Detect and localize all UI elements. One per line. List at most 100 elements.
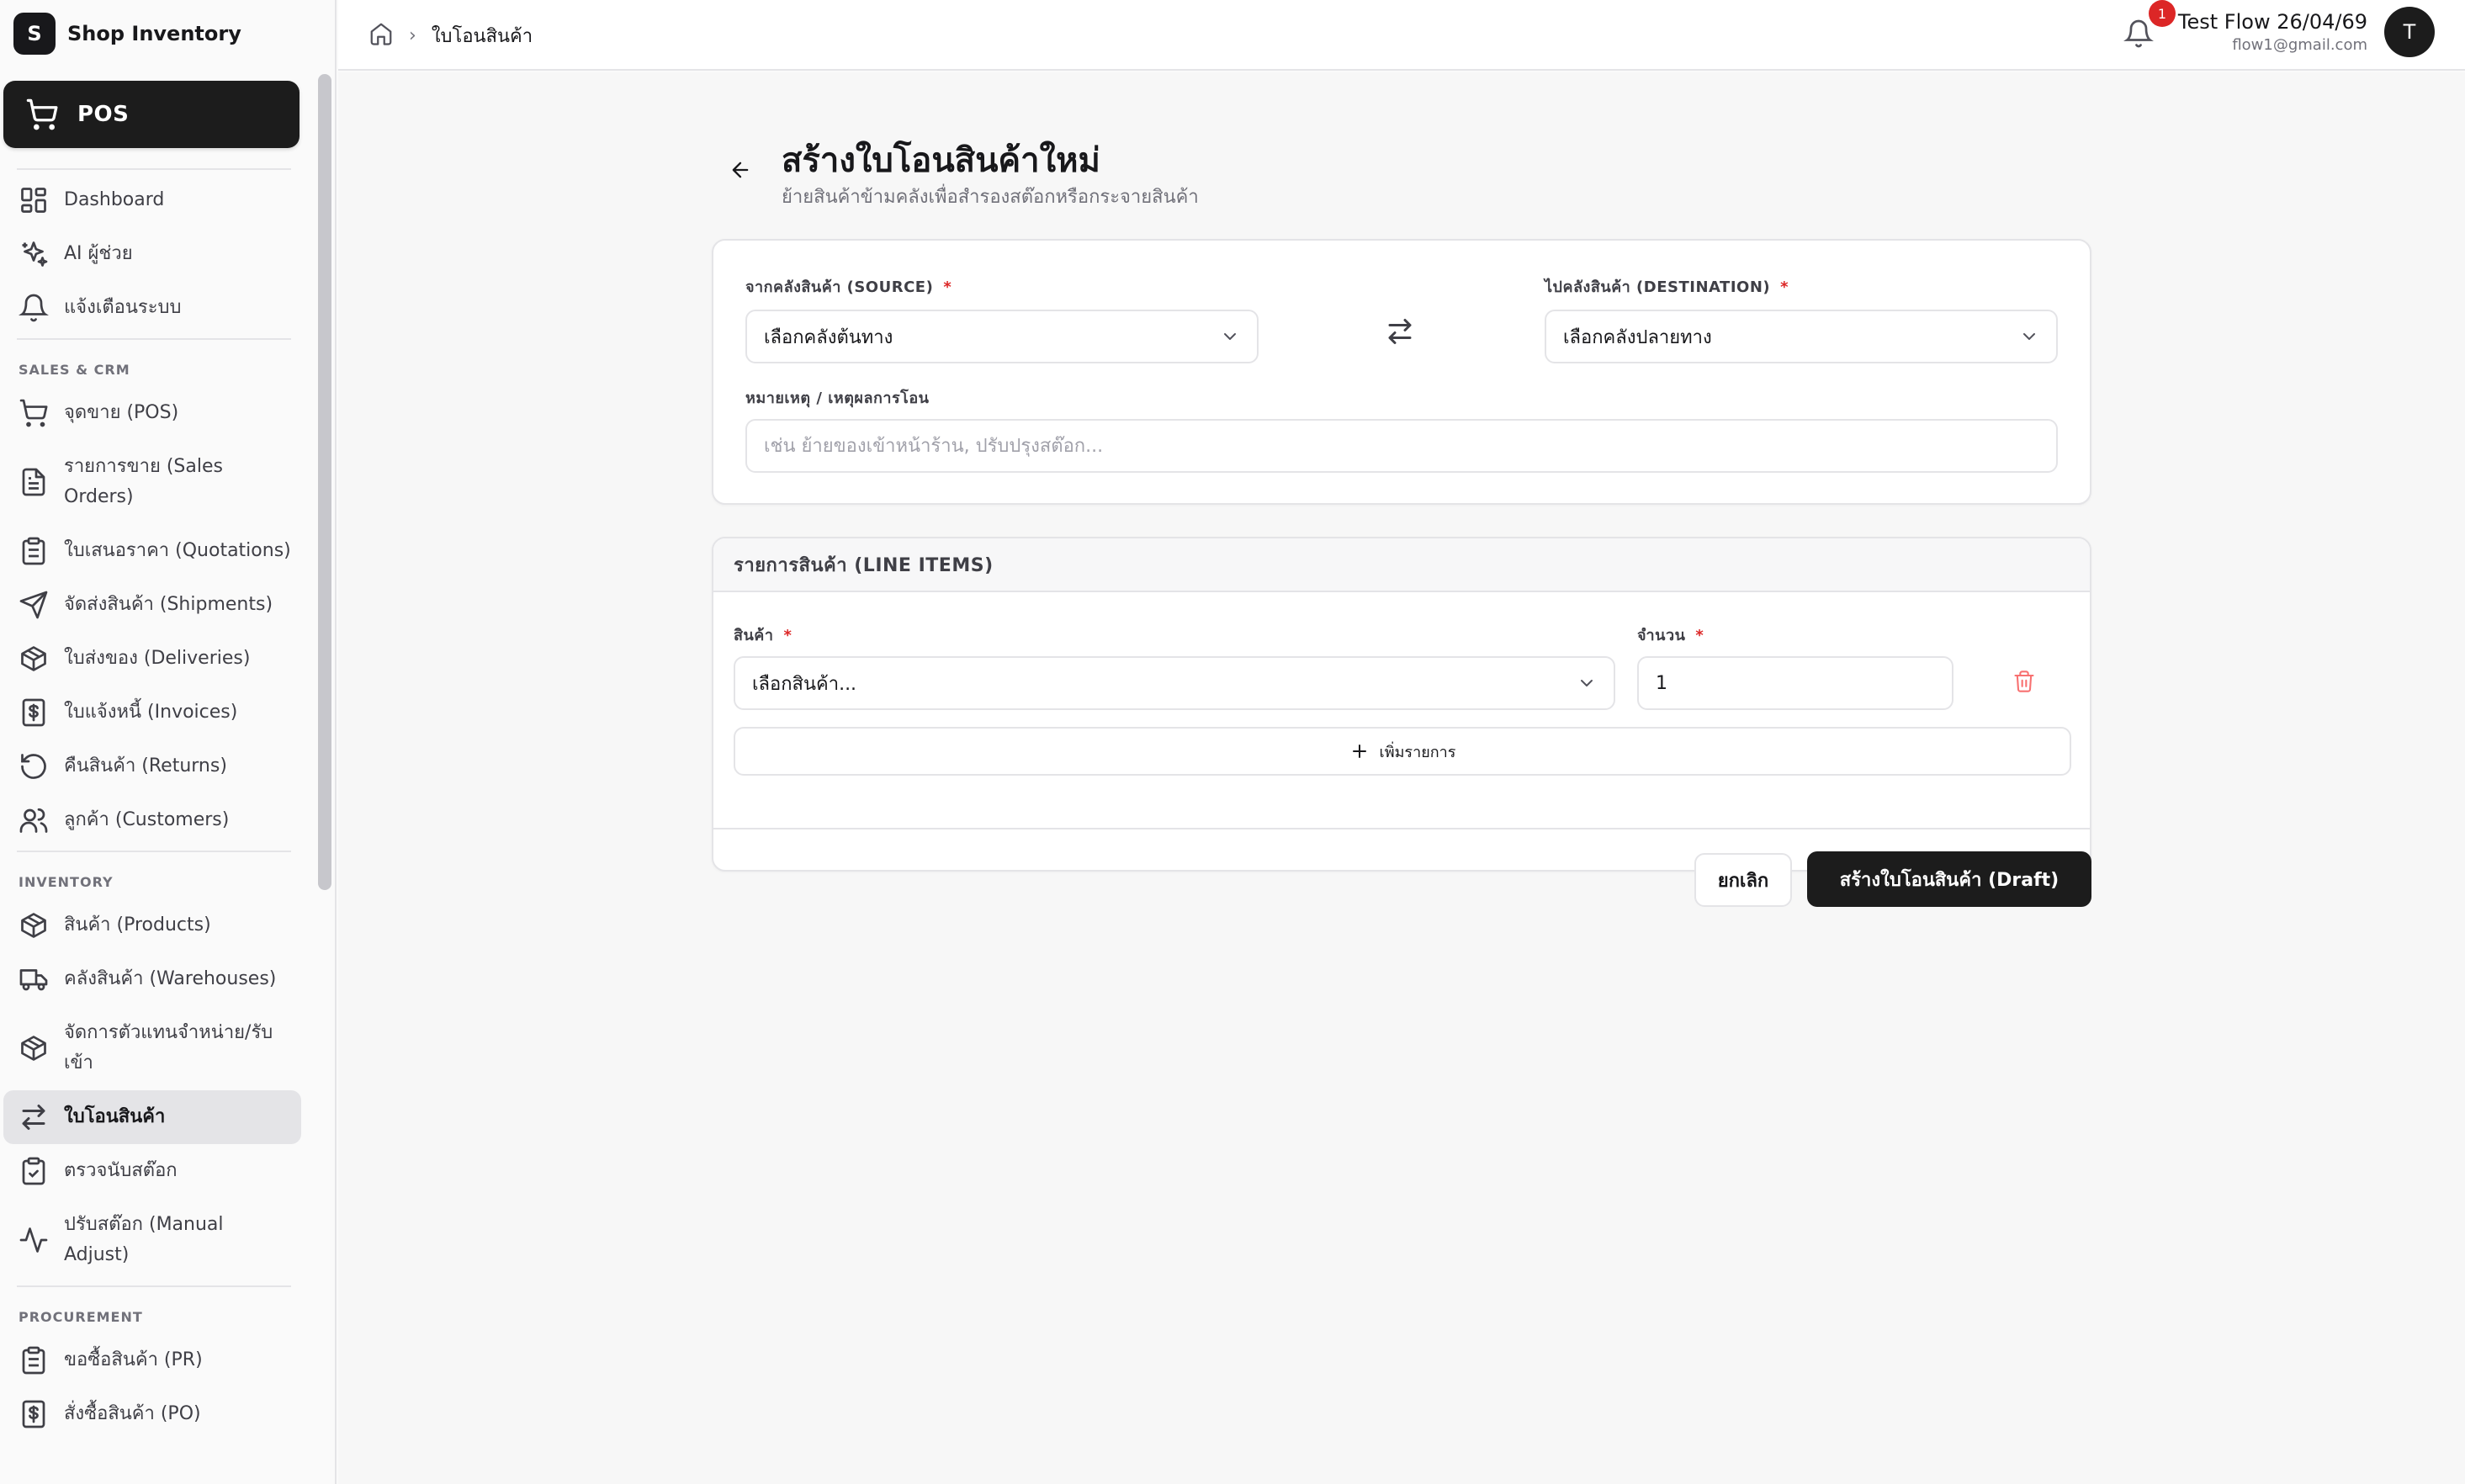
sidebar-item-products[interactable]: สินค้า (Products) (3, 898, 301, 952)
clipboard-check-icon (19, 1156, 49, 1186)
home-icon[interactable] (368, 21, 394, 50)
app-root: S Shop Inventory POS Dashboard AI ผู้ช่ว… (0, 0, 2465, 1484)
sparkles-icon (19, 239, 49, 269)
bell-icon (2123, 19, 2154, 48)
trash-icon (2014, 670, 2034, 692)
sidebar-item-label: AI ผู้ช่วย (64, 243, 133, 264)
sidebar-item-transfers[interactable]: ใบโอนสินค้า (3, 1090, 301, 1144)
required-mark: * (783, 627, 793, 644)
note-input[interactable] (745, 419, 2058, 473)
sidebar-item-invoices[interactable]: ใบแจ้งหนี้ (Invoices) (3, 686, 301, 739)
swap-warehouses-icon[interactable] (1385, 316, 1415, 347)
sidebar-item-notifications[interactable]: แจ้งเตือนระบบ (3, 281, 301, 335)
swap-icon (19, 1102, 49, 1132)
sidebar-item-label: ลูกค้า (Customers) (64, 809, 230, 830)
sidebar-item-stock-count[interactable]: ตรวจนับสต๊อก (3, 1144, 301, 1198)
sidebar-item-label: สินค้า (Products) (64, 914, 211, 935)
quantity-label: จำนวน * (1637, 623, 1704, 647)
delete-line-item-button[interactable] (2012, 670, 2038, 695)
sidebar-item-quotations[interactable]: ใบเสนอราคา (Quotations) (3, 524, 301, 578)
destination-warehouse-select[interactable]: เลือกคลังปลายทาง (1545, 310, 2058, 363)
clipboard-icon (19, 536, 49, 566)
sidebar-item-label: ปรับสต๊อก (Manual Adjust) (64, 1214, 224, 1265)
sidebar-item-label: ใบเสนอราคา (Quotations) (64, 540, 291, 561)
sidebar-item-suppliers[interactable]: จัดการตัวแทนจำหน่าย/รับเข้า (3, 1006, 301, 1090)
create-transfer-button[interactable]: สร้างใบโอนสินค้า (Draft) (1807, 851, 2091, 907)
package-icon (19, 1033, 49, 1063)
product-label-text: สินค้า (734, 627, 774, 644)
pos-button[interactable]: POS (3, 81, 300, 148)
divider (17, 338, 291, 340)
cart-icon (19, 398, 49, 428)
destination-label: ไปคลังสินค้า (DESTINATION) * (1545, 274, 1789, 299)
chevron-down-icon (1220, 326, 1240, 347)
avatar[interactable]: T (2384, 7, 2435, 57)
quantity-input[interactable] (1637, 656, 1953, 710)
product-value: เลือกสินค้า... (752, 673, 857, 695)
source-warehouse-select[interactable]: เลือกคลังต้นทาง (745, 310, 1259, 363)
required-mark: * (1780, 278, 1789, 296)
divider (17, 168, 291, 170)
cancel-button[interactable]: ยกเลิก (1694, 853, 1792, 907)
users-icon (19, 805, 49, 835)
sidebar-item-manual-adjust[interactable]: ปรับสต๊อก (Manual Adjust) (3, 1198, 301, 1282)
sidebar-item-pos[interactable]: จุดขาย (POS) (3, 386, 301, 440)
sidebar-item-purchase-requests[interactable]: ขอซื้อสินค้า (PR) (3, 1333, 301, 1387)
sidebar-item-customers[interactable]: ลูกค้า (Customers) (3, 793, 301, 847)
bell-icon (19, 293, 49, 323)
clipboard-icon (19, 1345, 49, 1375)
brand-logo: S (13, 13, 56, 55)
sidebar-item-label: Dashboard (64, 189, 165, 210)
section-title: INVENTORY (19, 874, 114, 890)
sidebar-item-label: ใบโอนสินค้า (64, 1106, 166, 1127)
package-icon (19, 644, 49, 674)
sidebar-item-purchase-orders[interactable]: สั่งซื้อสินค้า (PO) (3, 1387, 301, 1441)
plus-icon (1349, 741, 1370, 761)
sidebar-nav: Dashboard AI ผู้ช่วย แจ้งเตือนระบบ SALES… (0, 165, 311, 1441)
document-icon (19, 467, 49, 497)
product-select[interactable]: เลือกสินค้า... (734, 656, 1615, 710)
brand[interactable]: S Shop Inventory (0, 0, 335, 67)
breadcrumb-current: ใบโอนสินค้า (431, 25, 533, 47)
breadcrumb-separator: › (409, 24, 416, 46)
sidebar-item-label: จัดการตัวแทนจำหน่าย/รับเข้า (64, 1022, 273, 1073)
user-name: Test Flow 26/04/69 (2177, 10, 2367, 34)
sidebar: S Shop Inventory POS Dashboard AI ผู้ช่ว… (0, 0, 337, 1484)
back-button[interactable] (724, 153, 757, 187)
sidebar-item-returns[interactable]: คืนสินค้า (Returns) (3, 739, 301, 793)
sidebar-item-warehouses[interactable]: คลังสินค้า (Warehouses) (3, 952, 301, 1006)
pos-button-label: POS (77, 102, 130, 127)
add-line-item-label: เพิ่มรายการ (1379, 743, 1456, 761)
user-email: flow1@gmail.com (2232, 36, 2367, 54)
sidebar-item-dashboard[interactable]: Dashboard (3, 173, 301, 227)
sidebar-item-label: สั่งซื้อสินค้า (PO) (64, 1403, 201, 1424)
sidebar-item-sales-orders[interactable]: รายการขาย (Sales Orders) (3, 440, 301, 524)
section-title: PROCUREMENT (19, 1309, 143, 1325)
sidebar-item-deliveries[interactable]: ใบส่งของ (Deliveries) (3, 632, 301, 686)
top-header: › ใบโอนสินค้า 1 Test Flow 26/04/69 flow1… (338, 0, 2465, 71)
breadcrumb: › ใบโอนสินค้า (368, 19, 533, 52)
user-info[interactable]: Test Flow 26/04/69 flow1@gmail.com (2178, 8, 2367, 56)
notification-badge: 1 (2149, 0, 2176, 27)
line-items-title: รายการสินค้า (LINE ITEMS) (713, 538, 2090, 592)
activity-icon (19, 1225, 49, 1255)
chevron-down-icon (1577, 673, 1597, 693)
sidebar-item-label: แจ้งเตือนระบบ (64, 297, 182, 318)
sidebar-item-label: ใบแจ้งหนี้ (Invoices) (64, 702, 238, 723)
dollar-receipt-icon (19, 697, 49, 728)
sidebar-scrollbar-thumb[interactable] (318, 74, 331, 890)
destination-label-text: ไปคลังสินค้า (DESTINATION) (1545, 278, 1771, 296)
sidebar-item-ai-assistant[interactable]: AI ผู้ช่วย (3, 227, 301, 281)
sidebar-item-label: ใบส่งของ (Deliveries) (64, 648, 251, 669)
dollar-receipt-icon (19, 1399, 49, 1429)
source-label: จากคลังสินค้า (SOURCE) * (745, 274, 952, 299)
main-content: สร้างใบโอนสินค้าใหม่ ย้ายสินค้าข้ามคลังเ… (338, 72, 2465, 1484)
sidebar-item-label: คลังสินค้า (Warehouses) (64, 968, 277, 989)
sidebar-item-shipments[interactable]: จัดส่งสินค้า (Shipments) (3, 578, 301, 632)
sidebar-item-label: จุดขาย (POS) (64, 402, 179, 423)
product-label: สินค้า * (734, 623, 792, 647)
dashboard-icon (19, 185, 49, 215)
truck-icon (19, 964, 49, 994)
sidebar-item-label: ตรวจนับสต๊อก (64, 1160, 178, 1181)
add-line-item-button[interactable]: เพิ่มรายการ (734, 727, 2071, 776)
